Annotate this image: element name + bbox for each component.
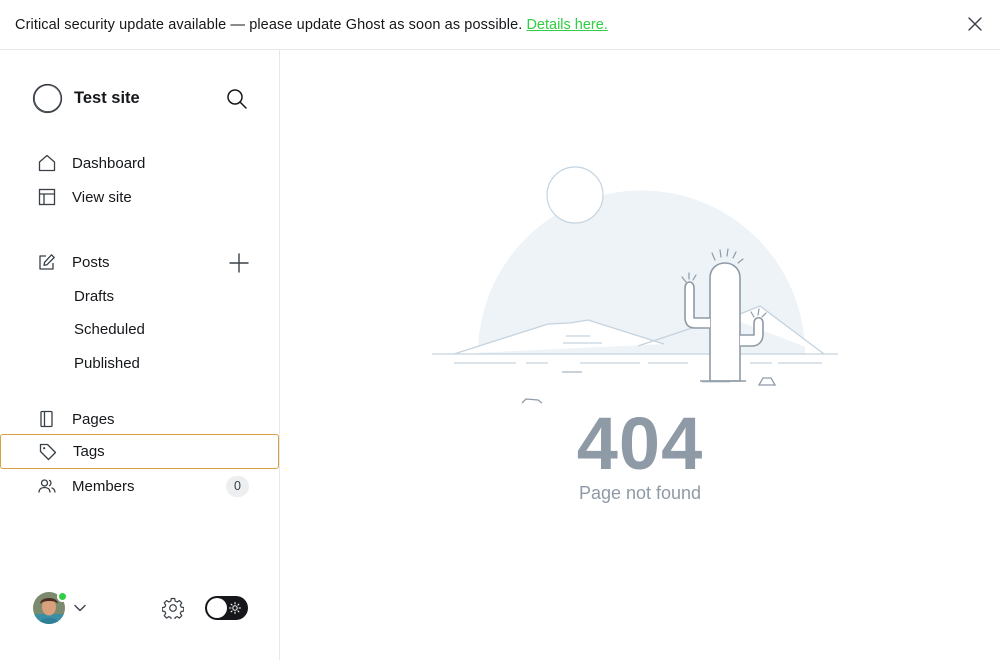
banner-details-link[interactable]: Details here.	[526, 17, 607, 33]
sidebar-item-view-site[interactable]: View site	[0, 180, 279, 214]
gear-icon[interactable]	[162, 597, 184, 619]
security-banner: Critical security update available — ple…	[0, 0, 1000, 50]
online-status-dot	[57, 591, 68, 602]
site-logo-icon	[32, 83, 63, 114]
error-message: Page not found	[578, 483, 702, 503]
sidebar-item-label: Members	[72, 477, 135, 495]
sidebar-item-label: Drafts	[74, 287, 115, 305]
sidebar-item-drafts[interactable]: Drafts	[0, 279, 279, 313]
sidebar: Test site Dashboard View site Posts Draf…	[0, 50, 280, 660]
sidebar-item-label: Pages	[72, 410, 115, 428]
home-icon	[38, 154, 56, 172]
theme-toggle[interactable]	[205, 596, 248, 620]
toggle-knob	[207, 598, 227, 618]
sidebar-item-pages[interactable]: Pages	[0, 402, 279, 436]
members-count-badge: 0	[226, 475, 249, 497]
members-icon	[38, 477, 56, 495]
page-icon	[38, 410, 56, 428]
main-content: 404 Page not found	[280, 50, 1000, 660]
sidebar-item-label: View site	[72, 188, 132, 206]
sidebar-item-label: Dashboard	[72, 154, 146, 172]
sidebar-item-label: Tags	[73, 443, 105, 460]
layout-icon	[38, 188, 56, 206]
sidebar-item-published[interactable]: Published	[0, 346, 279, 380]
tag-icon	[39, 443, 57, 461]
site-title: Test site	[74, 89, 140, 107]
search-icon[interactable]	[226, 88, 248, 110]
sidebar-item-members[interactable]: Members 0	[0, 469, 279, 503]
add-post-icon[interactable]	[228, 252, 250, 274]
close-icon[interactable]	[967, 16, 983, 32]
sidebar-item-posts[interactable]: Posts	[0, 245, 210, 279]
sidebar-item-scheduled[interactable]: Scheduled	[0, 312, 279, 346]
site-header[interactable]: Test site	[32, 83, 140, 114]
sidebar-item-tags[interactable]: Tags	[0, 434, 279, 469]
sidebar-item-label: Posts	[72, 253, 110, 271]
banner-message: Critical security update available — ple…	[15, 16, 523, 33]
sidebar-item-dashboard[interactable]: Dashboard	[0, 146, 279, 180]
chevron-down-icon[interactable]	[73, 601, 87, 615]
sun-icon	[229, 602, 241, 614]
sidebar-item-label: Scheduled	[74, 320, 145, 338]
desert-cactus-illustration	[432, 166, 838, 404]
edit-icon	[38, 253, 56, 271]
sidebar-item-label: Published	[74, 354, 140, 372]
error-code: 404	[576, 402, 704, 485]
